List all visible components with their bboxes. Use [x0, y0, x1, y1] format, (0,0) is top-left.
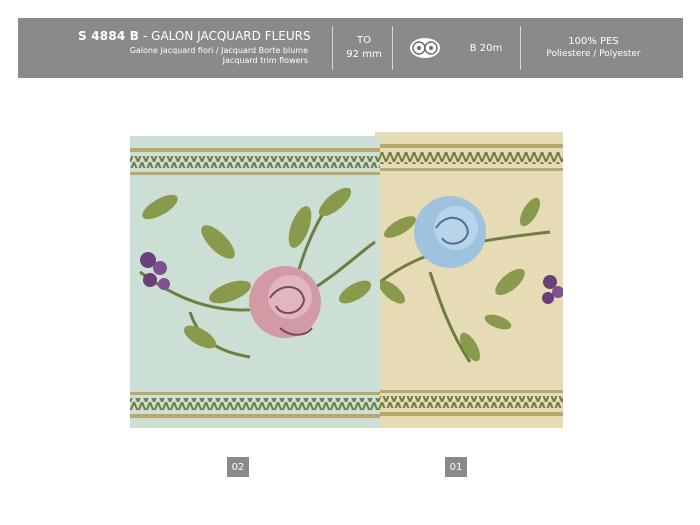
product-header: S 4884 B - GALON JACQUARD FLEURS Galone … [18, 18, 683, 78]
swatch-01 [375, 132, 564, 428]
width-info: TO 92 mm [336, 18, 392, 78]
swatch-02 [130, 136, 380, 428]
width-label: TO [357, 35, 371, 46]
length-info: B 20m [455, 18, 517, 78]
divider [392, 26, 393, 70]
trim-swatch-image [130, 132, 564, 428]
length-value: B 20m [469, 42, 503, 54]
trim-swatches [130, 132, 564, 428]
subtitle-line: Galone Jacquard fiori / Jacquard Borte b… [129, 46, 308, 55]
reel-icon [410, 38, 440, 58]
divider [520, 26, 521, 70]
divider [332, 26, 333, 70]
product-subtitle: Galone Jacquard fiori / Jacquard Borte b… [78, 46, 308, 66]
composition-value: 100% PES [568, 36, 619, 47]
product-code: S 4884 B [78, 29, 140, 43]
swatch-label-02: 02 [227, 457, 249, 477]
composition-info: 100% PES Poliestere / Polyester [526, 18, 661, 78]
reel-icon-wrap [396, 18, 454, 78]
product-name: GALON JACQUARD FLEURS [151, 29, 311, 43]
product-title: S 4884 B - GALON JACQUARD FLEURS [78, 29, 338, 43]
width-value: 92 mm [346, 49, 382, 60]
title-separator: - [142, 29, 148, 43]
composition-detail: Poliestere / Polyester [546, 49, 641, 59]
swatch-label-01: 01 [445, 457, 467, 477]
subtitle-line: Jacquard trim flowers [222, 56, 308, 65]
